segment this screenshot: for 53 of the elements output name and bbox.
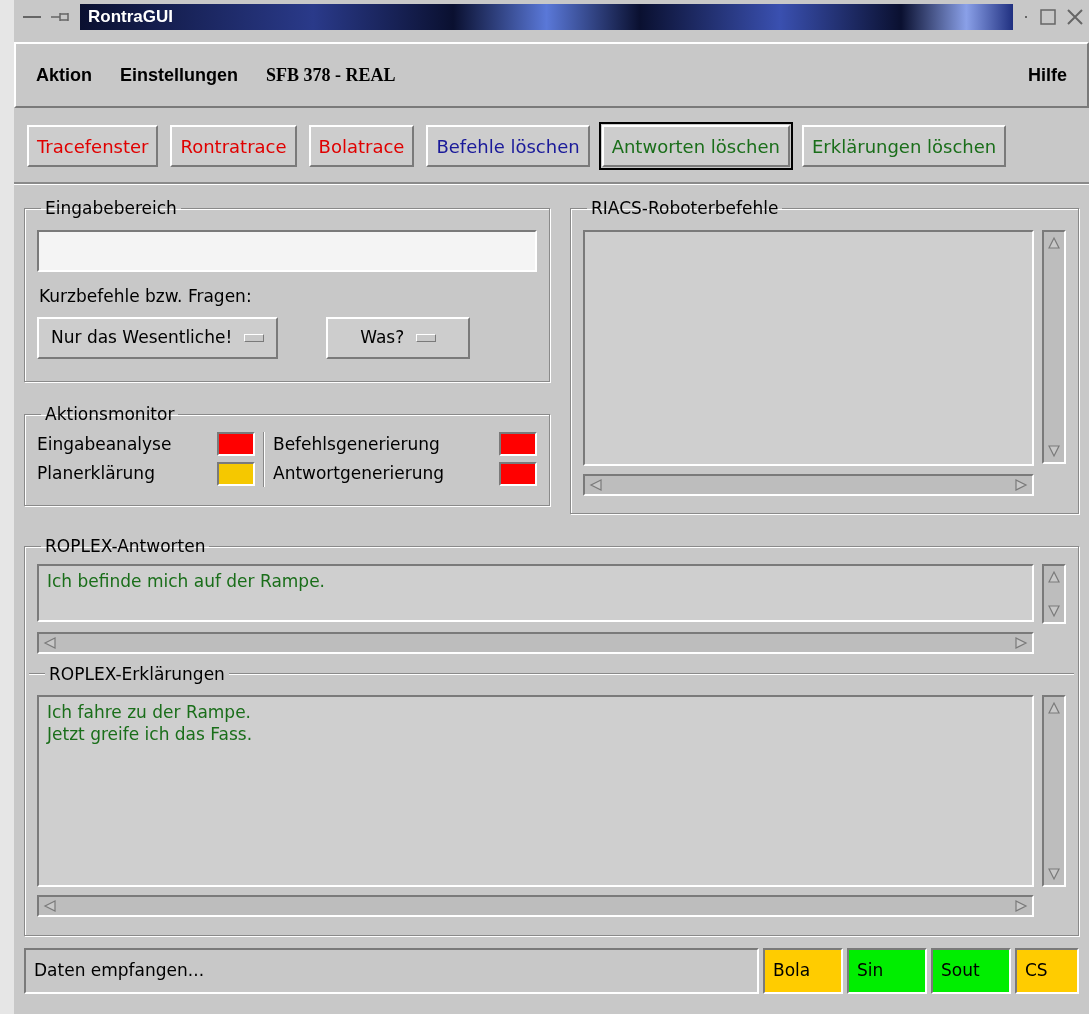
left-arrow-icon[interactable] bbox=[589, 477, 603, 492]
left-arrow-icon[interactable] bbox=[43, 635, 57, 650]
vertical-scrollbar[interactable] bbox=[1042, 563, 1066, 624]
monitor-label: Planerklärung bbox=[37, 462, 155, 485]
vertical-scrollbar[interactable] bbox=[1042, 229, 1066, 464]
monitor-label: Antwortgenerierung bbox=[273, 462, 444, 485]
close-icon[interactable] bbox=[1065, 7, 1085, 27]
output-line: Ich befinde mich auf der Rampe. bbox=[47, 569, 327, 592]
window-title: RontraGUI bbox=[88, 6, 173, 29]
input-field[interactable] bbox=[37, 229, 537, 272]
maximize-icon[interactable] bbox=[1039, 8, 1057, 26]
menu-item[interactable]: Einstellungen bbox=[120, 61, 238, 89]
pin-icon[interactable] bbox=[50, 10, 72, 24]
output-line: Jetzt greife ich das Fass. bbox=[47, 723, 254, 745]
status-indicator: Sin bbox=[847, 948, 927, 994]
up-arrow-icon[interactable] bbox=[1047, 235, 1061, 250]
down-arrow-icon[interactable] bbox=[1047, 867, 1061, 881]
left-arrow-icon[interactable] bbox=[43, 899, 57, 913]
monitor-label: Eingabeanalyse bbox=[37, 432, 172, 456]
right-arrow-icon[interactable] bbox=[1014, 635, 1028, 650]
status-indicator: Sout bbox=[931, 948, 1011, 994]
right-arrow-icon[interactable] bbox=[1014, 899, 1028, 913]
group-title: ROPLEX-Antworten bbox=[44, 535, 207, 558]
right-arrow-icon[interactable] bbox=[1014, 477, 1028, 492]
shortcut-label: Kurzbefehle bzw. Fragen: bbox=[39, 284, 253, 308]
down-arrow-icon[interactable] bbox=[1047, 603, 1061, 618]
horizontal-scrollbar[interactable] bbox=[37, 631, 1034, 654]
option-menu-icon bbox=[416, 334, 437, 342]
down-arrow-icon[interactable] bbox=[1047, 443, 1061, 458]
option-menu-icon bbox=[244, 334, 265, 342]
monitor-label: Befehlsgenerierung bbox=[273, 432, 440, 456]
menu-item[interactable]: Hilfe bbox=[1028, 61, 1067, 89]
toolbar-button[interactable]: Antworten löschen bbox=[598, 122, 793, 170]
group-title: ROPLEX-Erklärungen bbox=[48, 662, 226, 686]
menu-item[interactable]: SFB 378 - REAL bbox=[266, 61, 396, 89]
group-title: Eingabebereich bbox=[44, 197, 178, 220]
dropdown-button[interactable]: Was? bbox=[326, 317, 471, 359]
answer-text-area[interactable]: Ich befinde mich auf der Rampe. bbox=[37, 563, 1034, 622]
horizontal-scrollbar[interactable] bbox=[583, 473, 1034, 496]
status-indicator: Bola bbox=[763, 948, 843, 994]
horizontal-scrollbar[interactable] bbox=[37, 895, 1034, 917]
group-title: RIACS-Roboterbefehle bbox=[590, 197, 780, 220]
group-title: Aktionsmonitor bbox=[44, 403, 176, 426]
status-message: Daten empfangen... bbox=[24, 948, 759, 994]
dropdown-button[interactable]: Nur das Wesentliche! bbox=[37, 317, 279, 359]
toolbar-button[interactable]: Befehle löschen bbox=[423, 122, 593, 170]
menu-item[interactable]: Aktion bbox=[36, 61, 92, 89]
output-line: Ich fahre zu der Rampe. bbox=[47, 701, 252, 723]
vertical-scrollbar[interactable] bbox=[1042, 695, 1066, 887]
up-arrow-icon[interactable] bbox=[1047, 701, 1061, 715]
status-indicator: CS bbox=[1015, 948, 1079, 994]
up-arrow-icon[interactable] bbox=[1047, 569, 1061, 584]
explanation-text-area[interactable]: Ich fahre zu der Rampe. Jetzt greife ich das Fass. bbox=[37, 695, 1034, 887]
